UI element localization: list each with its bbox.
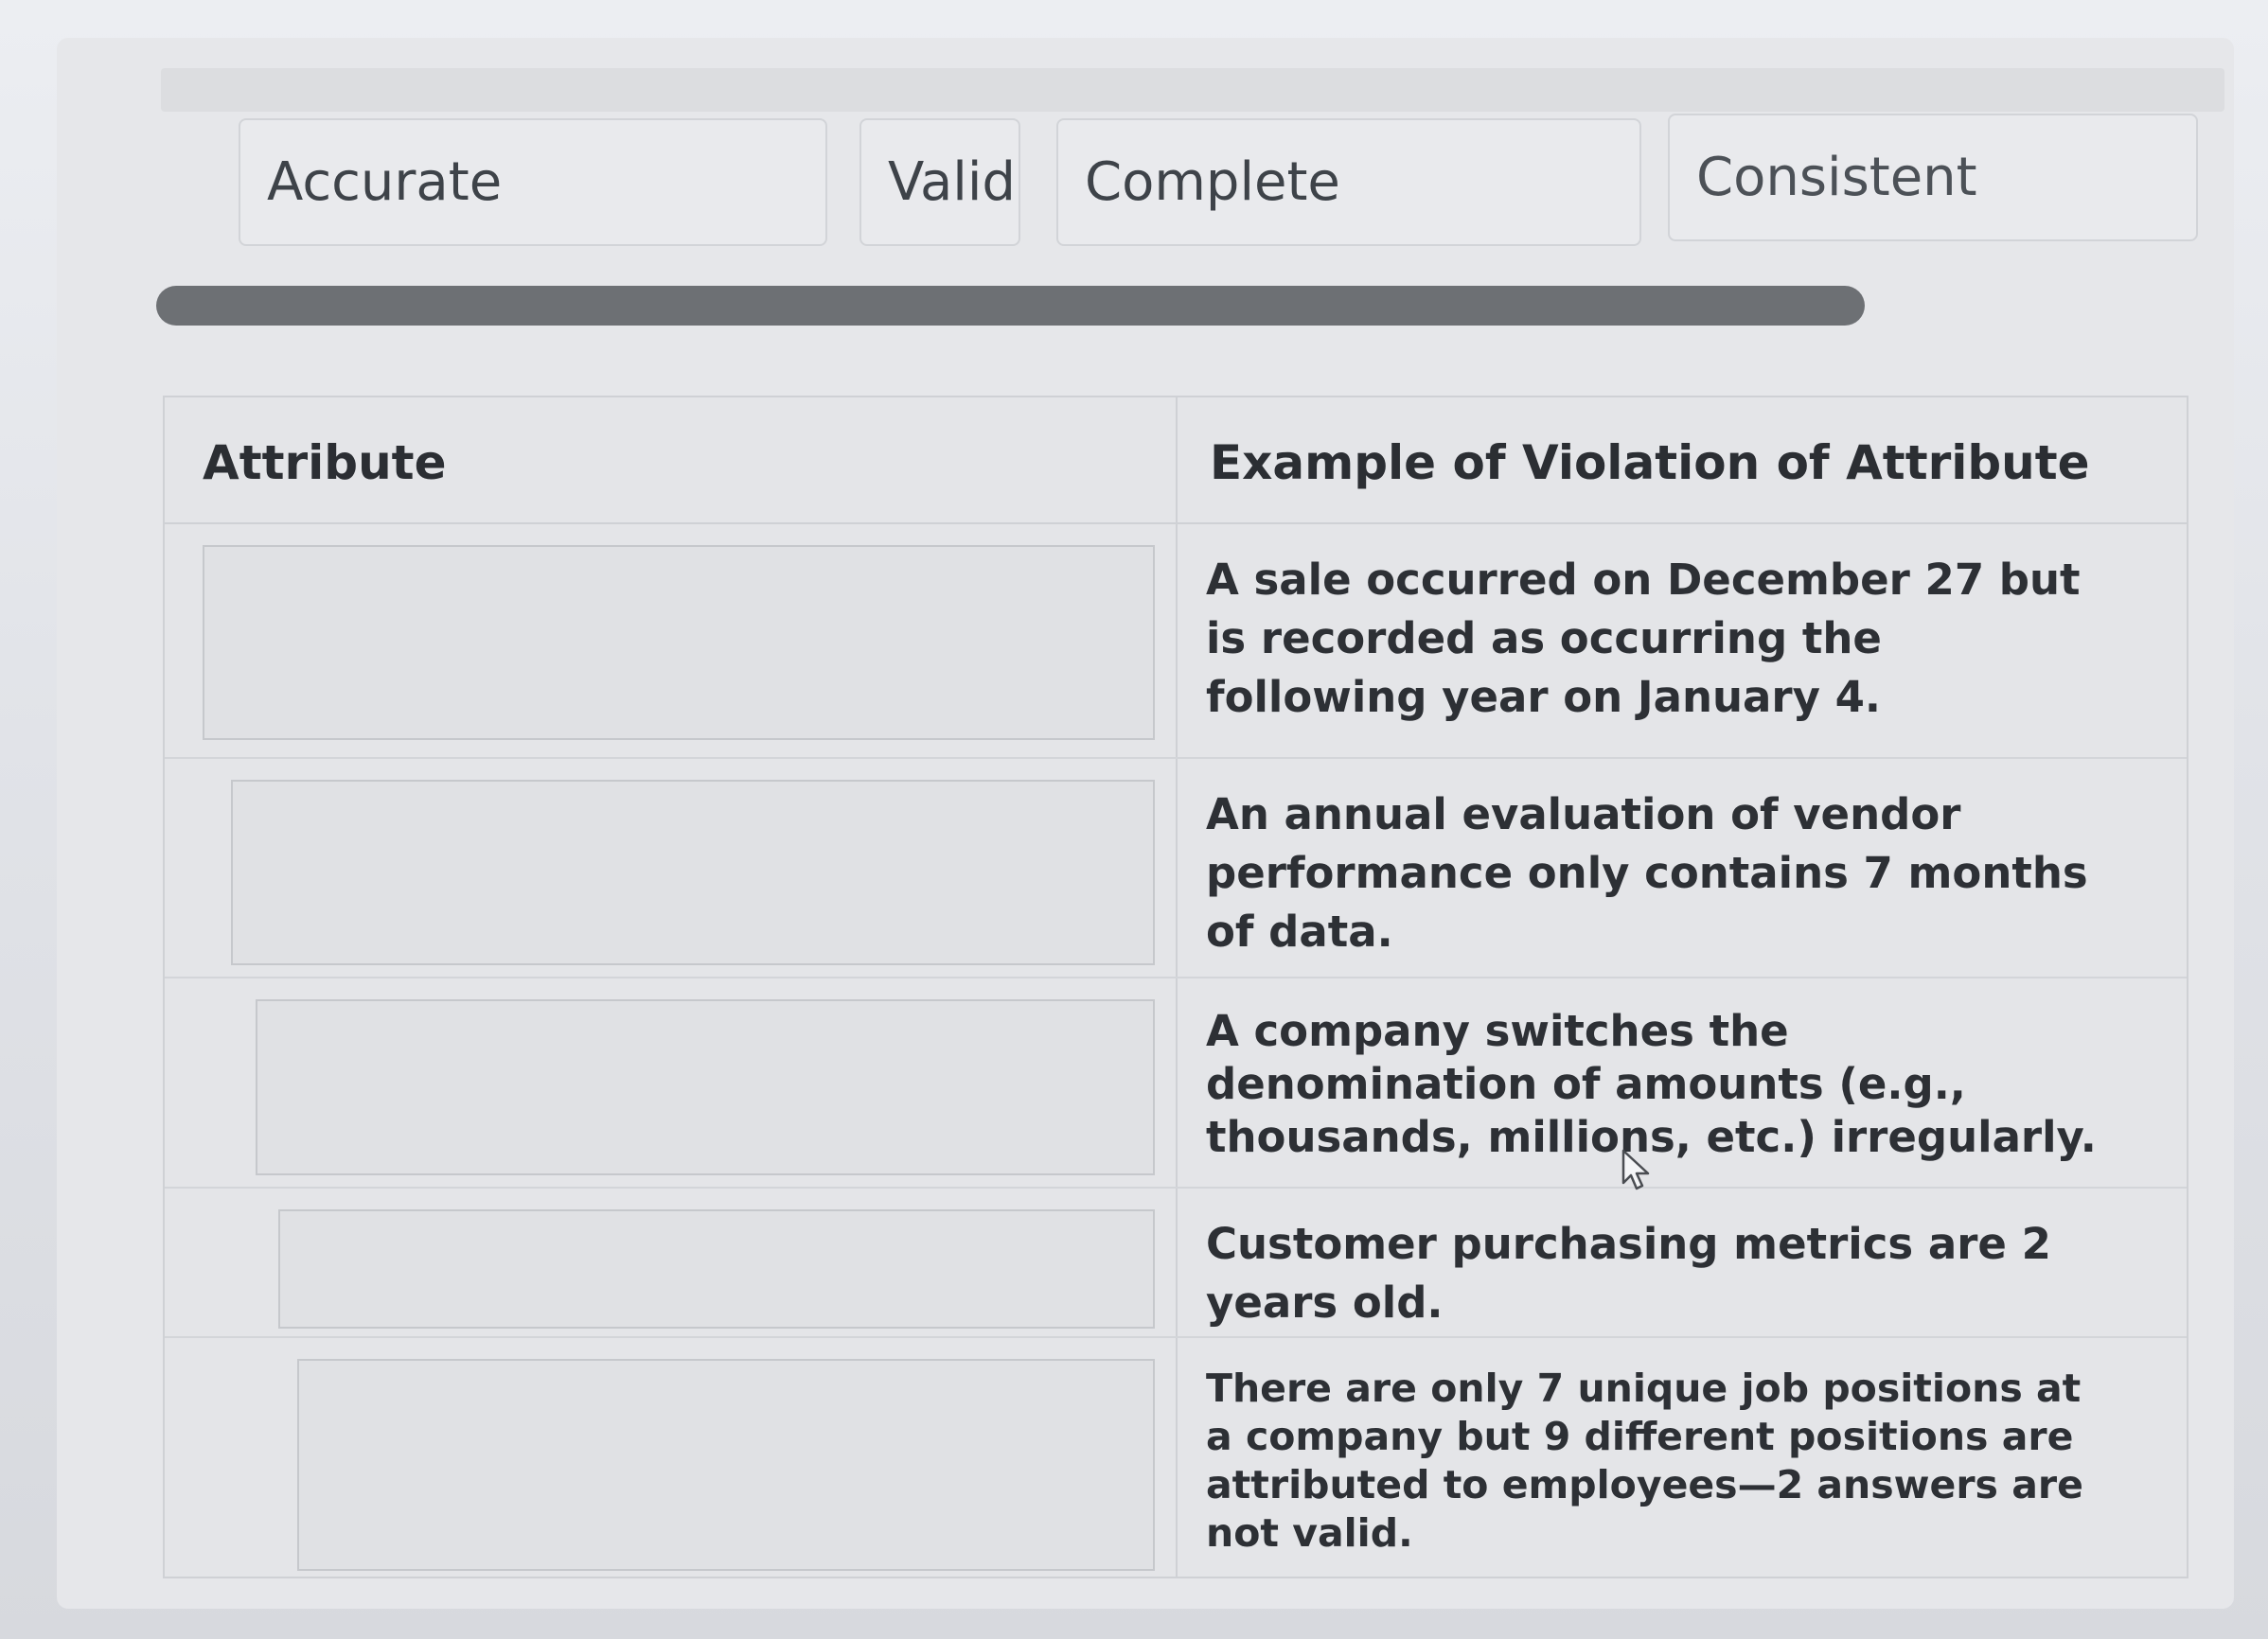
header-attribute: Attribute [203, 435, 447, 490]
table-row: An annual evaluation of vendor performan… [165, 759, 2187, 978]
example-text: Customer purchasing metrics are 2 years … [1206, 1219, 2051, 1328]
attribute-drop-zone-4[interactable] [278, 1209, 1155, 1329]
example-text: There are only 7 unique job positions at… [1206, 1366, 2083, 1556]
table-row: There are only 7 unique job positions at… [165, 1338, 2187, 1577]
example-text: An annual evaluation of vendor performan… [1206, 789, 2088, 957]
answer-chip-label: Accurate [267, 151, 503, 213]
example-text: A sale occurred on December 27 but is re… [1206, 555, 2081, 722]
answer-chip-label: Complete [1085, 151, 1340, 213]
answer-chip-complete[interactable]: Complete [1056, 118, 1641, 246]
section-divider-bar [156, 286, 1865, 326]
answer-chip-consistent[interactable]: Consistent [1668, 114, 2198, 241]
attribute-drop-zone-1[interactable] [203, 545, 1155, 740]
table-row: Customer purchasing metrics are 2 years … [165, 1189, 2187, 1338]
answer-chip-accurate[interactable]: Accurate [239, 118, 827, 246]
matching-table: Attribute Example of Violation of Attrib… [163, 396, 2188, 1578]
answer-chip-label: Valid [888, 151, 1016, 213]
attribute-drop-zone-2[interactable] [231, 780, 1155, 965]
attribute-drop-zone-5[interactable] [297, 1359, 1155, 1571]
table-row: A company switches the denomination of a… [165, 978, 2187, 1189]
attribute-drop-zone-3[interactable] [256, 999, 1155, 1175]
example-text: A company switches the denomination of a… [1206, 1006, 2097, 1162]
answer-chip-valid[interactable]: Valid [859, 118, 1020, 246]
table-header-row: Attribute Example of Violation of Attrib… [165, 397, 2187, 524]
top-toolbar-strip [161, 68, 2224, 112]
header-example: Example of Violation of Attribute [1210, 435, 2090, 490]
table-row: A sale occurred on December 27 but is re… [165, 524, 2187, 759]
mouse-pointer-icon [1621, 1149, 1650, 1190]
answer-chip-label: Consistent [1696, 147, 1977, 208]
